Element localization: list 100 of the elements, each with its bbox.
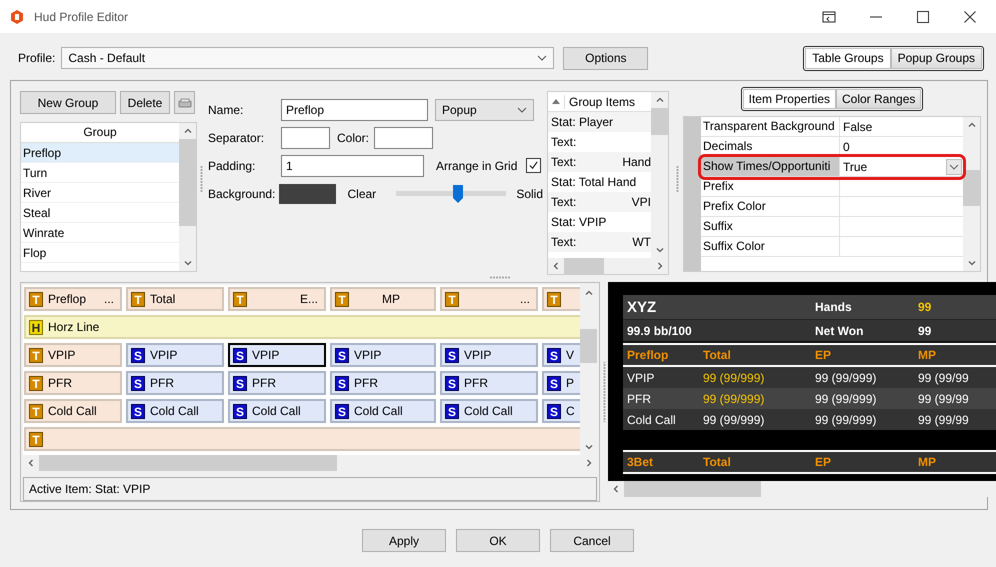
color-field[interactable] [374,126,434,148]
group-item-type[interactable]: Text: [551,195,576,209]
preview-cell-text: 99 (99/999) [703,370,766,384]
scroll-down-icon[interactable] [966,258,976,268]
checkmark-icon [528,160,540,171]
scroll-down-icon[interactable] [182,258,192,268]
background-color-swatch[interactable] [278,184,336,204]
group-item-text[interactable]: WT [632,235,651,249]
close-icon[interactable] [963,10,977,22]
layout-item[interactable]: S PFR [330,371,436,395]
preview-cell-text: 99 (99/99 [918,370,970,384]
color-label: Color: [337,130,370,144]
group-item-type[interactable]: Text: [551,235,576,249]
scrollbar-thumb[interactable] [564,258,604,274]
preview-cell-text: MP [918,348,937,362]
item-badge: S [547,404,561,418]
profile-dropdown[interactable]: Cash - Default [61,47,554,69]
property-row[interactable]: Prefix Color [701,197,963,217]
layout-item[interactable]: S PFR [228,371,326,395]
window-snap-icon[interactable] [822,10,836,22]
property-row[interactable]: Suffix [701,217,963,237]
layout-item[interactable]: S C [542,399,580,423]
property-row[interactable]: Transparent Background False [701,117,963,137]
property-row[interactable]: Show Times/Opportuniti True [701,157,963,177]
layout-item[interactable]: S Cold Call [126,399,224,423]
item-badge: S [233,376,247,390]
layout-item[interactable]: S VPIP [126,343,224,367]
scroll-down-icon[interactable] [654,245,664,255]
layout-item[interactable]: S Cold Call [440,399,538,423]
scroll-down-icon[interactable] [584,442,594,452]
layout-item[interactable]: T VPIP [24,343,122,367]
scrollbar-thumb[interactable] [963,170,980,206]
scrollbar-thumb[interactable] [651,108,668,135]
layout-item[interactable]: S V [542,343,580,367]
layout-item[interactable]: S PFR [440,371,538,395]
group-item-text[interactable]: VPI [632,195,651,209]
layout-item[interactable]: T MP [330,287,436,311]
name-field[interactable]: Preflop [281,98,428,120]
separator-label: Separator: [208,130,266,144]
scroll-left-icon[interactable] [611,484,621,494]
group-type-tab[interactable]: Table Groups [805,48,891,68]
group-item-type[interactable]: Text: [551,135,576,149]
group-action-button[interactable]: Delete [120,91,170,114]
scrollbar-thumb[interactable] [624,481,762,497]
dialog-button[interactable]: OK [456,529,540,552]
layout-item[interactable]: S VPIP [228,343,326,367]
scroll-right-icon[interactable] [584,458,594,468]
item-badge: S [131,348,145,362]
column-header[interactable]: Group Items [564,94,636,108]
layout-item[interactable]: T Preflop ... [24,287,122,311]
layout-item[interactable]: S P [542,371,580,395]
layout-item[interactable]: T E... [228,287,326,311]
dialog-button[interactable]: Cancel [550,529,634,552]
layout-item[interactable]: S VPIP [440,343,538,367]
property-tab[interactable]: Item Properties [742,89,836,109]
property-tab[interactable]: Color Ranges [836,89,922,109]
item-badge: T [547,292,561,306]
layout-item[interactable]: S PFR [126,371,224,395]
group-item-type[interactable]: Text: [551,155,576,169]
group-list-item[interactable]: Preflop [21,143,179,163]
scroll-right-icon[interactable] [655,261,665,271]
layout-item[interactable]: S Cold Call [228,399,326,423]
group-item-text[interactable]: Hand [622,155,651,169]
arrange-grid-checkbox[interactable] [526,158,542,173]
caret-icon [537,55,548,61]
scroll-left-icon[interactable] [551,261,561,271]
preview-cell-text: EP [815,348,832,362]
dropdown-caret-icon[interactable] [946,158,962,174]
item-badge: S [233,404,247,418]
property-row[interactable]: Suffix Color [701,237,963,257]
preview-cell-text: 99 (99/999) [815,392,878,406]
layout-item[interactable]: H Horz Line [24,315,580,339]
print-button[interactable] [174,91,195,114]
item-badge: S [445,404,459,418]
slider-thumb[interactable] [452,184,463,202]
layout-item[interactable]: T Total [126,287,224,311]
preview-cell-text: Cold Call [627,412,677,426]
layout-item[interactable]: T Cold Call [24,399,122,423]
padding-field[interactable]: 1 [281,154,424,176]
layout-item[interactable]: T ... [440,287,538,311]
group-type-tab[interactable]: Popup Groups [890,48,982,68]
maximize-icon[interactable] [916,10,930,22]
type-dropdown[interactable]: Popup [435,98,534,120]
layout-item[interactable]: T PFR [24,371,122,395]
layout-item[interactable]: S VPIP [330,343,436,367]
item-badge: S [335,404,349,418]
scroll-left-icon[interactable] [26,458,36,468]
property-name: Prefix Color [701,197,840,216]
group-action-button[interactable]: New Group [20,91,116,114]
scrollbar-thumb[interactable] [580,328,597,364]
layout-item[interactable]: S Cold Call [330,399,436,423]
separator-field[interactable] [281,126,330,148]
property-value: True [843,160,868,174]
property-row[interactable]: Prefix [701,177,963,197]
group-item-type[interactable]: Stat: VPIP [551,215,606,229]
scrollbar-thumb[interactable] [179,139,196,226]
dialog-button[interactable]: Apply [362,529,446,552]
group-item-type[interactable]: Stat: Total Hand [551,175,636,189]
scrollbar-thumb[interactable] [39,455,338,471]
options-button[interactable]: Options [563,46,648,70]
